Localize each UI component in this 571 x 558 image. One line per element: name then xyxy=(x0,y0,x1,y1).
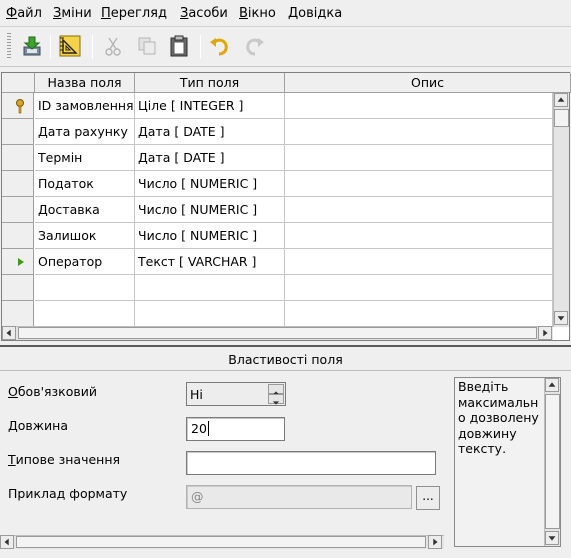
menu-tools[interactable]: Засоби xyxy=(180,6,228,21)
description-cell[interactable] xyxy=(285,223,553,249)
description-cell[interactable] xyxy=(285,145,553,171)
field-properties-title: Властивості поля xyxy=(0,345,571,371)
menu-window[interactable]: Вікно xyxy=(239,6,276,21)
properties-scroll-right-icon[interactable] xyxy=(428,535,442,549)
field-name-cell[interactable]: Термін xyxy=(35,145,135,171)
scroll-down-icon[interactable] xyxy=(554,311,568,325)
field-name-cell[interactable]: Податок xyxy=(35,171,135,197)
field-type-cell[interactable]: Число [ NUMERIC ] xyxy=(135,223,285,249)
help-text-box: Введіть максимально дозволену довжину те… xyxy=(454,377,561,547)
save-icon[interactable] xyxy=(19,33,45,59)
length-value: 20 xyxy=(191,421,207,436)
primary-key-icon xyxy=(16,99,24,114)
length-label: Довжина xyxy=(8,418,68,433)
help-text: Введіть максимально дозволену довжину те… xyxy=(458,379,539,456)
field-name-cell[interactable]: ID замовлення xyxy=(35,93,135,119)
scroll-left-icon[interactable] xyxy=(2,326,16,340)
current-row-icon xyxy=(18,258,24,266)
required-label: Обов'язковий xyxy=(8,384,97,399)
description-cell[interactable] xyxy=(285,93,553,119)
table-horizontal-scrollbar[interactable] xyxy=(2,326,553,340)
format-example-input[interactable]: @ xyxy=(186,485,412,509)
field-table: Назва поля Тип поля Опис ID замовлення Ці… xyxy=(1,72,571,341)
menu-bar: Файл Зміни Перегляд Засоби Вікно Довідка xyxy=(0,0,571,27)
field-type-cell[interactable]: Число [ NUMERIC ] xyxy=(135,171,285,197)
vertical-scroll-thumb[interactable] xyxy=(554,109,569,127)
properties-horizontal-scrollbar[interactable] xyxy=(0,535,444,549)
format-button[interactable]: ... xyxy=(416,486,440,510)
table-vertical-scrollbar[interactable] xyxy=(553,93,569,327)
description-cell[interactable] xyxy=(285,119,553,145)
row-header[interactable] xyxy=(2,171,34,197)
menu-view[interactable]: Перегляд xyxy=(101,6,167,21)
row-header[interactable] xyxy=(2,275,34,301)
cut-icon[interactable] xyxy=(100,33,126,59)
field-name-cell[interactable] xyxy=(35,301,135,327)
redo-icon[interactable] xyxy=(241,33,267,59)
horizontal-scroll-thumb[interactable] xyxy=(18,327,537,339)
description-cell[interactable] xyxy=(285,301,553,327)
required-select[interactable]: Ні xyxy=(186,382,286,406)
field-type-cell[interactable]: Текст [ VARCHAR ] xyxy=(135,249,285,275)
undo-icon[interactable] xyxy=(207,33,233,59)
description-cell[interactable] xyxy=(285,249,553,275)
row-header[interactable] xyxy=(2,301,34,327)
field-type-cell[interactable]: Ціле [ INTEGER ] xyxy=(135,93,285,119)
length-input[interactable]: 20 xyxy=(186,417,285,441)
row-header[interactable] xyxy=(2,145,34,171)
paste-icon[interactable] xyxy=(166,33,192,59)
help-scrollbar[interactable] xyxy=(544,378,560,546)
field-type-cell[interactable]: Число [ NUMERIC ] xyxy=(135,197,285,223)
spin-down-icon[interactable] xyxy=(268,394,284,405)
column-header-field-type[interactable]: Тип поля xyxy=(135,73,285,93)
field-type-cell[interactable]: Дата [ DATE ] xyxy=(135,145,285,171)
scroll-right-icon[interactable] xyxy=(538,326,552,340)
field-name-cell[interactable]: Залишок xyxy=(35,223,135,249)
toolbar xyxy=(0,27,571,67)
properties-scroll-left-icon[interactable] xyxy=(0,535,14,549)
design-ruler-icon[interactable] xyxy=(57,33,83,59)
field-type-cell[interactable] xyxy=(135,275,285,301)
menu-help[interactable]: Довідка xyxy=(288,6,342,21)
field-type-cell[interactable] xyxy=(135,301,285,327)
default-value-label: Типове значення xyxy=(8,452,121,467)
corner-header xyxy=(2,73,35,93)
description-cell[interactable] xyxy=(285,197,553,223)
column-header-description[interactable]: Опис xyxy=(285,73,571,93)
description-cell[interactable] xyxy=(285,275,553,301)
row-header[interactable] xyxy=(2,223,34,249)
menu-file[interactable]: Файл xyxy=(6,6,42,21)
description-cell[interactable] xyxy=(285,171,553,197)
help-scroll-thumb[interactable] xyxy=(545,394,560,529)
help-scroll-down-icon[interactable] xyxy=(545,531,559,545)
spin-up-icon[interactable] xyxy=(268,384,284,395)
field-name-cell[interactable] xyxy=(35,275,135,301)
menu-edit[interactable]: Зміни xyxy=(53,6,92,21)
row-header[interactable] xyxy=(2,197,34,223)
row-header[interactable] xyxy=(2,119,34,145)
toolbar-grip[interactable] xyxy=(7,33,11,59)
row-header[interactable] xyxy=(2,249,34,275)
field-name-cell[interactable]: Дата рахунку xyxy=(35,119,135,145)
properties-scroll-thumb[interactable] xyxy=(16,536,426,548)
default-value-input[interactable] xyxy=(186,451,436,475)
copy-icon[interactable] xyxy=(134,33,160,59)
field-name-cell[interactable]: Доставка xyxy=(35,197,135,223)
scroll-up-icon[interactable] xyxy=(554,93,568,107)
required-value: Ні xyxy=(190,387,203,402)
column-header-field-name[interactable]: Назва поля xyxy=(35,73,135,93)
row-header[interactable] xyxy=(2,93,34,119)
field-name-cell[interactable]: Оператор xyxy=(35,249,135,275)
field-type-cell[interactable]: Дата [ DATE ] xyxy=(135,119,285,145)
format-example-label: Приклад формату xyxy=(8,486,128,501)
help-scroll-up-icon[interactable] xyxy=(545,378,559,392)
